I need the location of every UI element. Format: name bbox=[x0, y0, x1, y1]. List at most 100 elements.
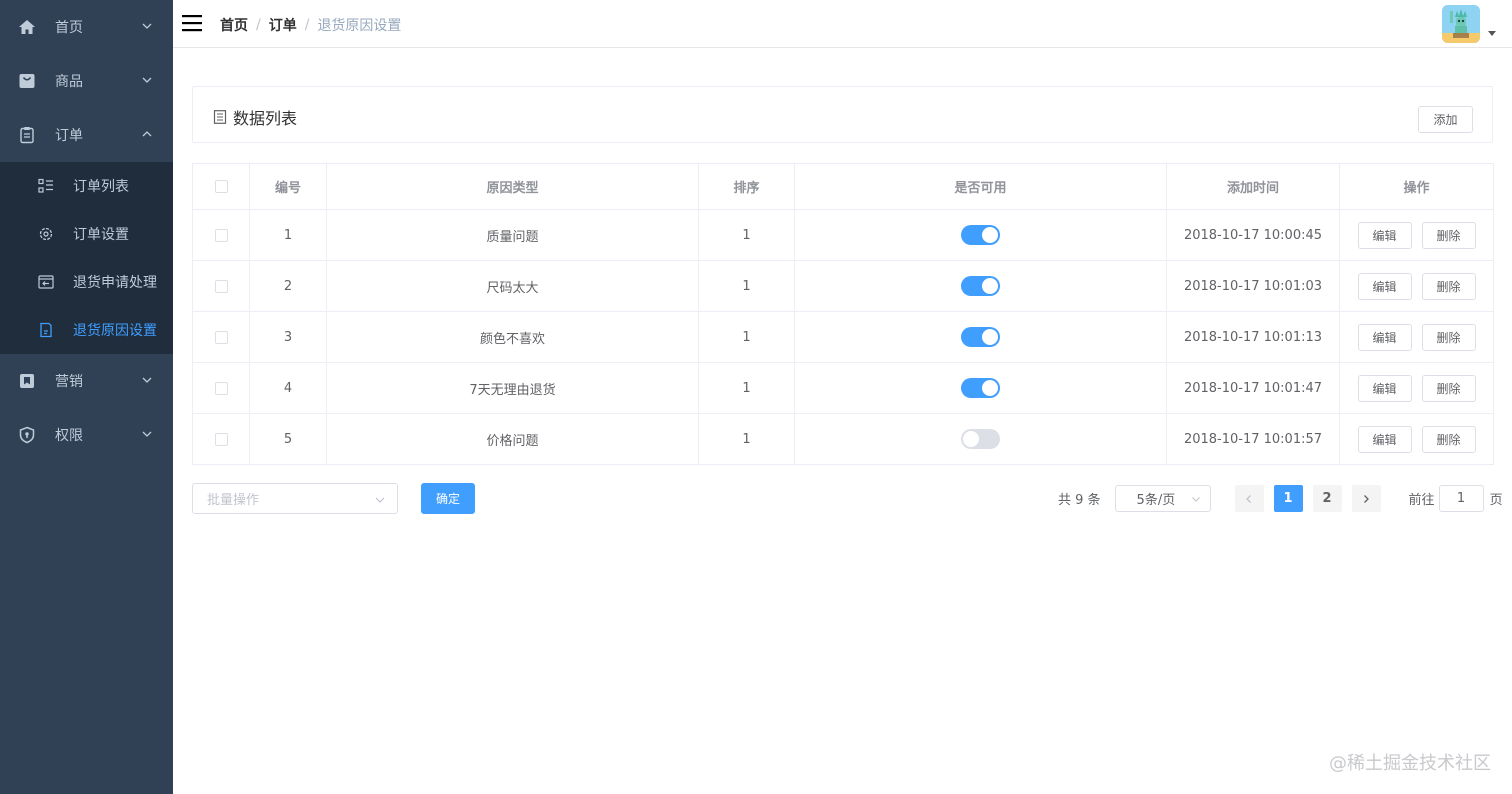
row-checkbox[interactable] bbox=[214, 228, 228, 242]
sidebar-item-home[interactable]: 首页 bbox=[0, 0, 173, 54]
delete-button[interactable]: 删除 bbox=[1421, 272, 1476, 300]
sidebar-item-return-apply[interactable]: 退货申请处理 bbox=[0, 258, 173, 306]
row-checkbox[interactable] bbox=[214, 279, 228, 293]
gear-icon bbox=[38, 226, 54, 242]
select-all-checkbox[interactable] bbox=[214, 180, 228, 193]
chevron-up-icon bbox=[142, 131, 152, 137]
batch-operation-select[interactable]: 批量操作 bbox=[192, 483, 398, 514]
sidebar-item-label: 权限 bbox=[55, 428, 83, 444]
chevron-down-icon bbox=[142, 77, 152, 83]
sidebar-item-order-list[interactable]: 订单列表 bbox=[0, 162, 173, 210]
card-title-text: 数据列表 bbox=[233, 109, 298, 128]
sidebar-item-order[interactable]: 订单 bbox=[0, 108, 173, 162]
enabled-switch[interactable] bbox=[961, 276, 1000, 296]
sidebar-item-permission[interactable]: 权限 bbox=[0, 408, 173, 462]
cell-time: 2018-10-17 10:01:57 bbox=[1166, 413, 1340, 465]
chevron-left-icon bbox=[1246, 494, 1252, 503]
batch-operation-placeholder: 批量操作 bbox=[207, 493, 260, 508]
clipboard-icon bbox=[18, 126, 36, 144]
next-page-button[interactable] bbox=[1351, 485, 1381, 512]
sidebar: 首页 商品 订单 订单列表 订单设置 退货申请处理 退货原因设置 营销 权限 bbox=[0, 0, 173, 794]
table-row: 1 质量问题 1 2018-10-17 10:00:45 编辑 删除 bbox=[192, 209, 1494, 261]
bookmark-icon bbox=[18, 372, 36, 390]
pagination-total: 共 9 条 bbox=[1058, 493, 1101, 508]
avatar-image bbox=[1442, 5, 1480, 43]
row-checkbox[interactable] bbox=[214, 432, 228, 446]
watermark: @稀土掘金技术社区 bbox=[1329, 753, 1491, 774]
table-row: 2 尺码太大 1 2018-10-17 10:01:03 编辑 删除 bbox=[192, 260, 1494, 312]
chevron-down-icon bbox=[142, 23, 152, 29]
add-button[interactable]: 添加 bbox=[1418, 106, 1473, 133]
cell-time: 2018-10-17 10:00:45 bbox=[1166, 209, 1340, 261]
page-2-button[interactable]: 2 bbox=[1312, 485, 1342, 512]
sidebar-item-label: 退货原因设置 bbox=[73, 323, 157, 339]
document-list-icon bbox=[213, 110, 227, 124]
cell-id: 1 bbox=[249, 209, 327, 261]
breadcrumb-home[interactable]: 首页 bbox=[220, 15, 248, 35]
breadcrumb-separator: / bbox=[304, 17, 310, 33]
cell-id: 4 bbox=[249, 362, 327, 414]
delete-button[interactable]: 删除 bbox=[1421, 425, 1476, 453]
table-header-row: 编号 原因类型 排序 是否可用 添加时间 操作 bbox=[192, 163, 1494, 210]
chevron-down-icon bbox=[142, 377, 152, 383]
page-size-value: 5条/页 bbox=[1136, 493, 1176, 508]
enabled-switch[interactable] bbox=[961, 378, 1000, 398]
header-id: 编号 bbox=[249, 163, 327, 210]
edit-button[interactable]: 编辑 bbox=[1357, 272, 1412, 300]
enabled-switch[interactable] bbox=[961, 225, 1000, 245]
row-checkbox[interactable] bbox=[214, 330, 228, 344]
breadcrumb-current: 退货原因设置 bbox=[317, 18, 402, 34]
page-size-select[interactable]: 5条/页 bbox=[1114, 485, 1211, 512]
sidebar-item-label: 商品 bbox=[55, 74, 83, 90]
return-doc-icon bbox=[38, 322, 54, 338]
cell-time: 2018-10-17 10:01:47 bbox=[1166, 362, 1340, 414]
page-jumper: 前往 1 页 bbox=[1409, 485, 1503, 512]
cell-reason: 颜色不喜欢 bbox=[326, 311, 699, 363]
header-reason: 原因类型 bbox=[326, 163, 699, 210]
card-title: 数据列表 bbox=[213, 105, 297, 129]
header-actions: 操作 bbox=[1339, 163, 1494, 210]
avatar[interactable] bbox=[1442, 5, 1480, 43]
page-1-button[interactable]: 1 bbox=[1273, 485, 1303, 512]
edit-button[interactable]: 编辑 bbox=[1357, 425, 1412, 453]
top-navbar: 首页 / 订单 / 退货原因设置 bbox=[173, 0, 1512, 48]
cell-id: 5 bbox=[249, 413, 327, 465]
cell-sort: 1 bbox=[698, 362, 795, 414]
sidebar-item-order-settings[interactable]: 订单设置 bbox=[0, 210, 173, 258]
hamburger-menu-icon[interactable] bbox=[182, 13, 202, 33]
enabled-switch[interactable] bbox=[961, 429, 1000, 449]
row-checkbox[interactable] bbox=[214, 381, 228, 395]
edit-button[interactable]: 编辑 bbox=[1357, 374, 1412, 402]
delete-button[interactable]: 删除 bbox=[1421, 374, 1476, 402]
header-sort: 排序 bbox=[698, 163, 795, 210]
confirm-button[interactable]: 确定 bbox=[421, 483, 475, 514]
cell-reason: 尺码太大 bbox=[326, 260, 699, 312]
edit-button[interactable]: 编辑 bbox=[1357, 221, 1412, 249]
delete-button[interactable]: 删除 bbox=[1421, 323, 1476, 351]
order-submenu: 订单列表 订单设置 退货申请处理 退货原因设置 bbox=[0, 162, 173, 354]
sidebar-item-product[interactable]: 商品 bbox=[0, 54, 173, 108]
cell-sort: 1 bbox=[698, 209, 795, 261]
caret-down-icon[interactable] bbox=[1488, 31, 1496, 36]
header-select-all bbox=[192, 163, 250, 210]
delete-button[interactable]: 删除 bbox=[1421, 221, 1476, 249]
prev-page-button[interactable] bbox=[1234, 485, 1264, 512]
cell-sort: 1 bbox=[698, 413, 795, 465]
edit-button[interactable]: 编辑 bbox=[1357, 323, 1412, 351]
cell-reason: 7天无理由退货 bbox=[326, 362, 699, 414]
pagination: 共 9 条 5条/页 1 2 前往 1 页 bbox=[1058, 483, 1503, 514]
cell-time: 2018-10-17 10:01:13 bbox=[1166, 311, 1340, 363]
goto-page-input[interactable]: 1 bbox=[1438, 485, 1484, 512]
bag-icon bbox=[18, 72, 36, 90]
enabled-switch[interactable] bbox=[961, 327, 1000, 347]
sidebar-item-marketing[interactable]: 营销 bbox=[0, 354, 173, 408]
sidebar-item-label: 退货申请处理 bbox=[73, 275, 157, 291]
cell-id: 2 bbox=[249, 260, 327, 312]
sidebar-item-return-reason[interactable]: 退货原因设置 bbox=[0, 306, 173, 354]
breadcrumb-order[interactable]: 订单 bbox=[269, 15, 297, 35]
sidebar-item-label: 订单设置 bbox=[73, 227, 129, 243]
chevron-down-icon bbox=[375, 497, 385, 503]
home-icon bbox=[18, 18, 36, 36]
list-icon bbox=[38, 178, 54, 194]
cell-time: 2018-10-17 10:01:03 bbox=[1166, 260, 1340, 312]
